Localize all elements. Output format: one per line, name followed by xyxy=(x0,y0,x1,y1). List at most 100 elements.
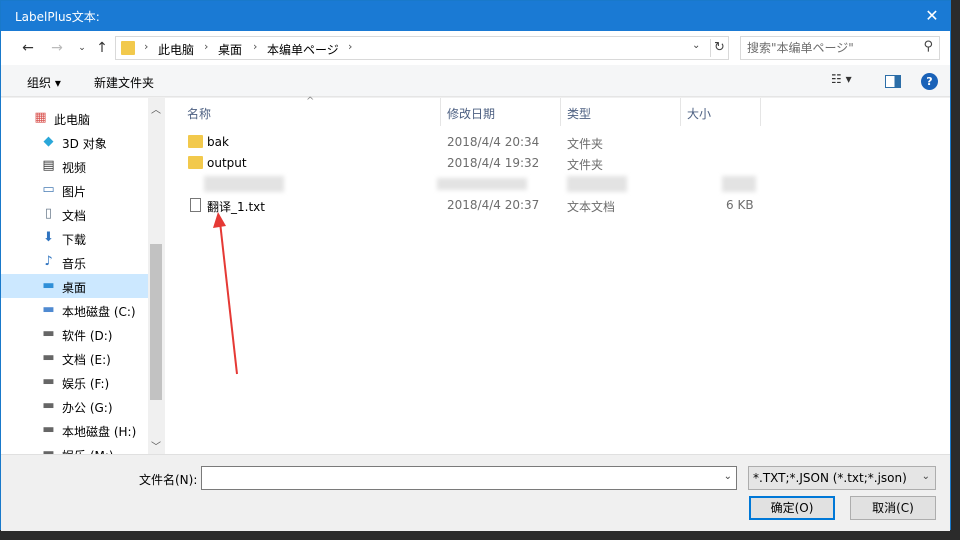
close-button[interactable]: ✕ xyxy=(914,1,950,31)
column-header-size[interactable]: 大小 xyxy=(687,105,711,122)
chevron-down-icon[interactable]: ⌄ xyxy=(692,40,700,51)
sort-ascending-icon: ^ xyxy=(306,96,315,107)
chevron-right-icon[interactable]: › xyxy=(253,40,257,53)
organize-button[interactable]: 组织 ▾ xyxy=(27,74,61,91)
picture-icon: ▭ xyxy=(42,182,55,197)
file-name: output xyxy=(207,156,247,170)
sidebar-item-label: 软件 (D:) xyxy=(62,329,113,343)
sidebar-item[interactable]: ▦ 此电脑 xyxy=(1,106,148,130)
sidebar-item-label: 图片 xyxy=(62,185,87,199)
folder-icon xyxy=(188,156,203,169)
filename-label: 文件名(N): xyxy=(139,473,198,487)
sidebar-item[interactable]: ▬ 桌面 xyxy=(1,274,148,298)
search-box[interactable]: ⚲ xyxy=(740,36,940,60)
chevron-down-icon[interactable]: ⌄ xyxy=(724,471,732,482)
sidebar-item-label: 桌面 xyxy=(62,281,87,295)
cancel-button[interactable]: 取消(C) xyxy=(850,496,936,520)
breadcrumb-current-folder[interactable]: 本编单ページ xyxy=(267,41,339,58)
sidebar-item-label: 3D 对象 xyxy=(62,137,107,151)
column-header-type[interactable]: 类型 xyxy=(567,105,591,122)
column-header-name[interactable]: 名称 xyxy=(187,105,211,122)
forward-icon[interactable]: → xyxy=(48,39,66,57)
drive-icon: ▬ xyxy=(42,302,55,317)
window-title: LabelPlus文本: xyxy=(15,10,100,24)
document-icon: ▯ xyxy=(44,206,53,221)
sidebar-item-label: 本地磁盘 (H:) xyxy=(62,425,137,439)
filetype-value: *.TXT;*.JSON (*.txt;*.json) xyxy=(753,471,907,485)
nav-scrollbar[interactable]: ︿ ﹀ xyxy=(148,98,164,454)
drive-icon: ▬ xyxy=(42,398,55,413)
help-icon[interactable]: ? xyxy=(921,73,938,90)
sidebar-item[interactable]: ◆ 3D 对象 xyxy=(1,130,148,154)
breadcrumb-this-pc[interactable]: 此电脑 xyxy=(158,41,194,58)
file-type: 文本文档 xyxy=(567,200,616,214)
drive-icon: ▬ xyxy=(42,350,55,365)
redacted-file-row[interactable] xyxy=(182,174,922,195)
column-divider[interactable] xyxy=(680,98,681,126)
search-icon[interactable]: ⚲ xyxy=(923,39,933,54)
file-size: 6 KB xyxy=(726,198,754,212)
filename-combobox[interactable]: ⌄ xyxy=(201,466,737,490)
redacted-region xyxy=(437,178,527,190)
up-icon[interactable]: ↑ xyxy=(93,39,111,57)
sidebar-item-label: 娱乐 (F:) xyxy=(62,377,110,391)
sidebar-item[interactable]: ♪ 音乐 xyxy=(1,250,148,274)
sidebar-item[interactable]: ▬ 本地磁盘 (H:) xyxy=(1,418,148,442)
sidebar-item-label: 音乐 xyxy=(62,257,87,271)
sidebar-item-label: 文档 xyxy=(62,209,87,223)
recent-dropdown-icon[interactable]: ⌄ xyxy=(73,39,91,57)
file-row[interactable]: 翻译_1.txt 2018/4/4 20:37 文本文档 6 KB xyxy=(182,195,922,216)
sidebar-item[interactable]: ▬ 本地磁盘 (C:) xyxy=(1,298,148,322)
command-bar: 组织 ▾ 新建文件夹 ☷ ▾ ? xyxy=(1,65,950,97)
filetype-select[interactable]: *.TXT;*.JSON (*.txt;*.json) ⌄ xyxy=(748,466,936,490)
column-divider[interactable] xyxy=(560,98,561,126)
file-name: bak xyxy=(207,135,229,149)
file-date: 2018/4/4 20:37 xyxy=(447,198,540,212)
sidebar-item[interactable]: ▬ 文档 (E:) xyxy=(1,346,148,370)
chevron-up-icon[interactable]: ︿ xyxy=(151,101,161,116)
file-type: 文件夹 xyxy=(567,137,604,151)
filename-input[interactable] xyxy=(206,470,706,486)
navigation-pane: ▬ 娱乐 (M:) ▬ 本地磁盘 (H:) ▬ 办公 (G:) ▬ 娱乐 (F:) ▬ 文档 (E… xyxy=(1,98,164,454)
chevron-right-icon[interactable]: › xyxy=(144,40,148,53)
chevron-right-icon[interactable]: › xyxy=(348,40,352,53)
drive-icon: ▬ xyxy=(42,326,55,341)
sidebar-item-label: 此电脑 xyxy=(54,113,91,127)
sidebar-item[interactable]: ⬇ 下载 xyxy=(1,226,148,250)
sidebar-item-label: 娱乐 (M:) xyxy=(62,447,114,454)
back-icon[interactable]: ← xyxy=(19,39,37,57)
search-input[interactable] xyxy=(747,40,911,56)
new-folder-button[interactable]: 新建文件夹 xyxy=(94,74,154,91)
sidebar-item[interactable]: ▯ 文档 xyxy=(1,202,148,226)
scroll-thumb[interactable] xyxy=(150,244,162,400)
sidebar-item[interactable]: ▬ 娱乐 (F:) xyxy=(1,370,148,394)
file-row[interactable]: bak 2018/4/4 20:34 文件夹 xyxy=(182,132,922,153)
file-type: 文件夹 xyxy=(567,158,604,172)
file-row[interactable]: output 2018/4/4 19:32 文件夹 xyxy=(182,153,922,174)
sidebar-item[interactable]: ▬ 娱乐 (M:) xyxy=(1,442,148,455)
refresh-icon[interactable]: ↻ xyxy=(710,39,728,57)
chevron-down-icon[interactable]: ⌄ xyxy=(922,471,930,482)
music-icon: ♪ xyxy=(44,254,53,269)
preview-pane-icon[interactable] xyxy=(885,75,901,88)
column-divider[interactable] xyxy=(440,98,441,126)
drive-icon: ▬ xyxy=(42,422,55,437)
ok-button[interactable]: 确定(O) xyxy=(749,496,835,520)
chevron-right-icon[interactable]: › xyxy=(204,40,208,53)
sidebar-item[interactable]: ▬ 软件 (D:) xyxy=(1,322,148,346)
sidebar-item[interactable]: ▤ 视频 xyxy=(1,154,148,178)
folder-icon xyxy=(121,41,135,55)
file-open-dialog: LabelPlus文本: ✕ ← → ⌄ ↑ › 此电脑 › 桌面 › 本编单ペ… xyxy=(0,0,951,531)
file-list: ^ 名称 修改日期 类型 大小 bak 2018/4/4 20:34 文件夹 o… xyxy=(165,96,950,454)
pc-icon: ▦ xyxy=(34,110,47,125)
column-divider[interactable] xyxy=(760,98,761,126)
column-header-date[interactable]: 修改日期 xyxy=(447,105,495,122)
view-options-icon[interactable]: ☷ ▾ xyxy=(831,72,852,86)
download-icon: ⬇ xyxy=(43,230,54,245)
sidebar-item[interactable]: ▭ 图片 xyxy=(1,178,148,202)
address-bar[interactable]: › 此电脑 › 桌面 › 本编单ページ › ⌄ ↻ xyxy=(115,36,729,60)
breadcrumb-desktop[interactable]: 桌面 xyxy=(218,41,242,58)
chevron-down-icon[interactable]: ﹀ xyxy=(151,438,161,453)
sidebar-item-label: 本地磁盘 (C:) xyxy=(62,305,136,319)
sidebar-item[interactable]: ▬ 办公 (G:) xyxy=(1,394,148,418)
